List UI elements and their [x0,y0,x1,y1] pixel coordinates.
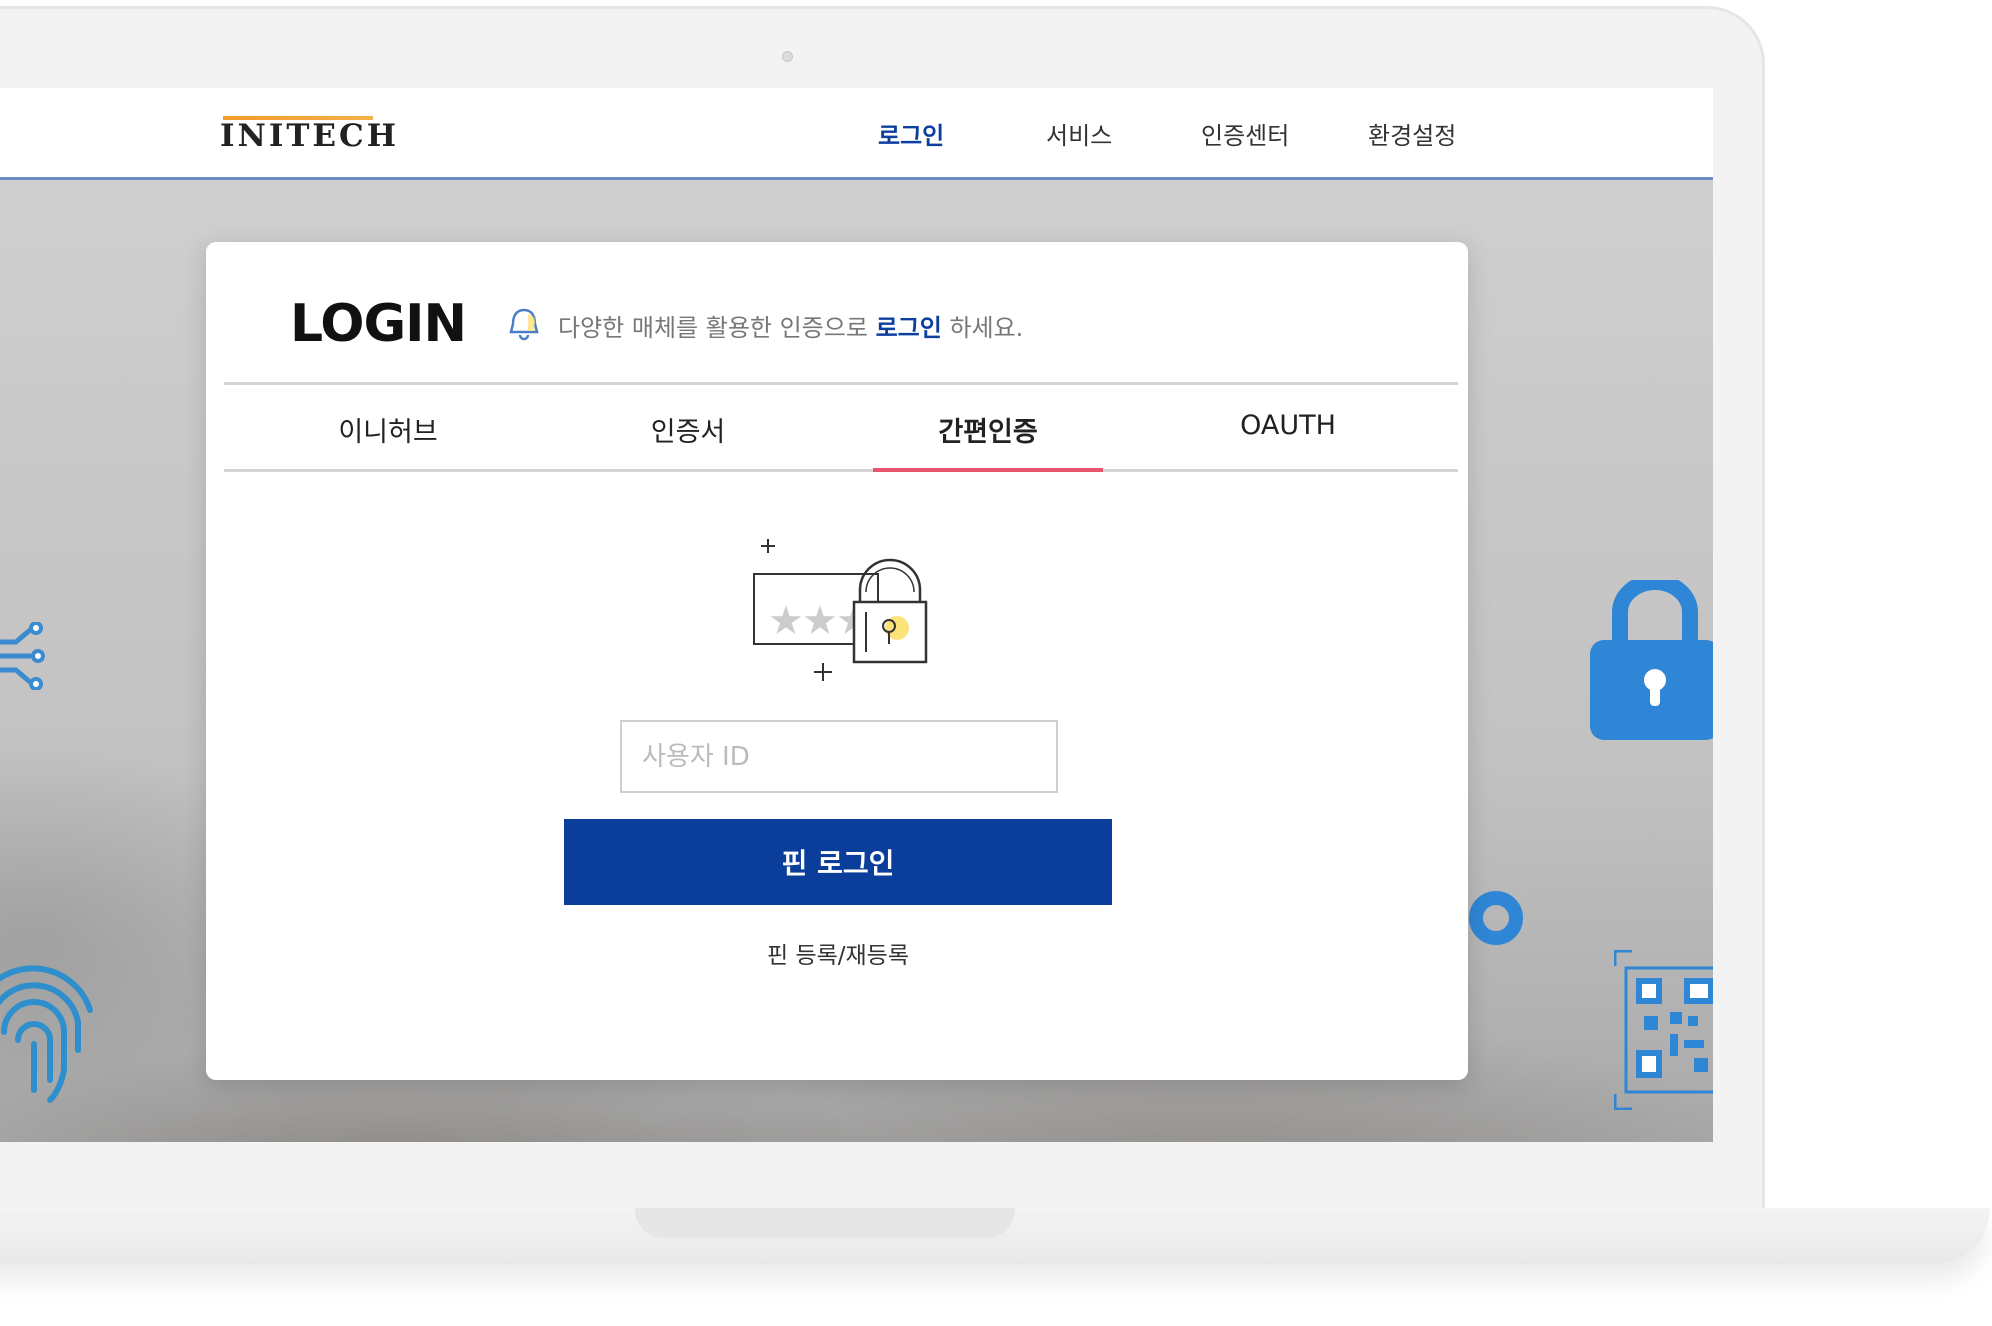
tab-bottom-divider [224,469,1458,472]
tab-inihub[interactable]: 이니허브 [238,410,538,449]
login-title: LOGIN [290,294,467,354]
tab-certificate[interactable]: 인증서 [538,410,838,449]
subtitle-suffix: 하세요. [941,314,1024,342]
subtitle-prefix: 다양한 매체를 활용한 인증으로 [558,314,876,342]
blue-ring-icon [1469,891,1523,945]
qr-code-icon [1614,950,1713,1110]
login-card: LOGIN 다양한 매체를 활용한 인증으로 로그인 하세요. 이니허브 인증서… [206,242,1468,1080]
fingerprint-icon [0,965,93,1103]
initech-logo[interactable]: INITECH [220,118,399,154]
nav-settings[interactable]: 환경설정 [1368,116,1456,151]
pin-login-button[interactable]: 핀 로그인 [564,819,1112,905]
nav-login[interactable]: 로그인 [878,116,944,151]
login-subtitle: 다양한 매체를 활용한 인증으로 로그인 하세요. [558,308,1023,343]
tab-oauth[interactable]: OAUTH [1138,410,1438,441]
bell-icon [509,308,539,341]
nav-service[interactable]: 서비스 [1046,116,1112,151]
tab-top-divider [224,382,1458,385]
active-tab-indicator [873,468,1103,472]
browser-screen: INITECH 로그인 서비스 인증센터 환경설정 LOGIN 다양한 매체를 … [0,88,1713,1142]
network-nodes-icon [0,622,45,690]
padlock-icon [1590,580,1713,740]
laptop-base-notch [635,1208,1015,1238]
camera-dot [782,51,793,62]
svg-text:★: ★ [802,598,838,644]
svg-text:★: ★ [768,598,804,644]
nav-auth-center[interactable]: 인증센터 [1201,116,1289,151]
pin-lock-illustration: ★★★ [753,539,928,681]
pin-register-link[interactable]: 핀 등록/재등록 [564,936,1112,970]
user-id-input[interactable] [620,720,1058,793]
tab-simple-auth[interactable]: 간편인증 [838,410,1138,449]
site-header: INITECH 로그인 서비스 인증센터 환경설정 [0,88,1713,180]
subtitle-highlight: 로그인 [875,314,942,342]
